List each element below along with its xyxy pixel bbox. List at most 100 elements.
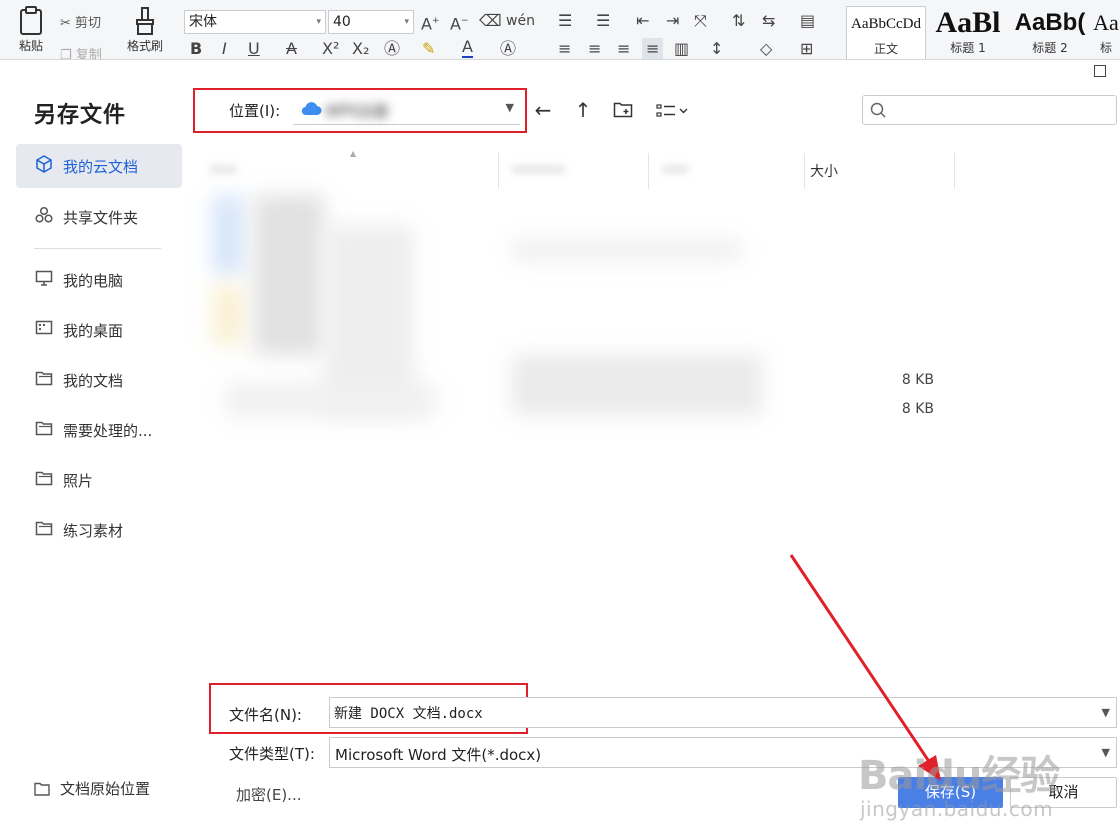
underline-icon[interactable]: U (248, 38, 260, 59)
align-right-icon[interactable]: ≡ (617, 38, 630, 59)
column-header-type[interactable]: ▭▭ (662, 161, 688, 177)
decrease-indent-icon[interactable]: ⇤ (636, 10, 649, 32)
filetype-select[interactable]: Microsoft Word 文件(*.docx) ▼ (329, 737, 1117, 768)
style-heading-3[interactable]: Aa 标 (1092, 6, 1120, 59)
view-mode-button[interactable] (650, 96, 694, 124)
border-icon[interactable]: ⊞ (800, 38, 813, 59)
file-size: 8 KB (901, 401, 934, 417)
sidebar-item-label: 需要处理的... (63, 422, 153, 440)
font-grow-icon[interactable]: A+ (421, 10, 440, 35)
superscript-icon[interactable]: X² (322, 38, 339, 59)
sidebar-item-my-documents[interactable]: 我的文档 (16, 358, 182, 402)
ribbon-toolbar: 粘贴 ✂ 剪切 ❐ 复制 格式刷 宋体 ▾ 40 ▾ A+ A− ⌫ wén B… (0, 0, 1120, 60)
location-select[interactable]: WPS云盘 ▼ (293, 95, 520, 125)
search-input[interactable] (893, 99, 1109, 121)
sidebar-item-my-desktop[interactable]: 我的桌面 (16, 308, 182, 352)
clipboard-icon (4, 6, 58, 38)
font-family-value: 宋体 (189, 14, 217, 30)
chevron-down-icon[interactable]: ▼ (1102, 706, 1110, 719)
new-folder-icon (613, 98, 633, 122)
justify-icon[interactable]: ≡ (642, 38, 664, 59)
subscript-icon[interactable]: X₂ (352, 38, 369, 59)
sidebar-item-my-computer[interactable]: 我的电脑 (16, 258, 182, 302)
blurred-file-icon (212, 195, 244, 275)
blurred-file-icon (212, 285, 244, 345)
original-location-button[interactable]: 文档原始位置 (34, 778, 150, 799)
style-label: 标题 2 (1032, 41, 1068, 55)
font-shrink-icon[interactable]: A− (450, 10, 469, 35)
scissors-icon: ✂ (60, 16, 71, 31)
sidebar-item-photos[interactable]: 照片 (16, 458, 182, 502)
distributed-icon[interactable]: ▥ (674, 38, 689, 59)
column-divider (648, 153, 649, 189)
maximize-icon[interactable] (1094, 65, 1106, 77)
column-header-modified[interactable]: ▭▭▭▭ (512, 161, 565, 177)
filename-input[interactable] (334, 701, 1074, 725)
sidebar-item-label: 练习素材 (63, 522, 124, 540)
encrypt-link[interactable]: 加密(E)... (236, 784, 302, 805)
strikethrough-icon[interactable]: A (286, 38, 297, 59)
pinyin-icon[interactable]: wén (506, 10, 535, 32)
align-center-icon[interactable]: ≡ (588, 38, 601, 59)
bullets-icon[interactable]: ☰ (558, 10, 572, 32)
line-spacing-icon[interactable]: ↕ (710, 38, 723, 59)
ruler-icon[interactable]: ▤ (800, 10, 815, 32)
sidebar-item-label: 照片 (63, 472, 94, 490)
column-divider (498, 153, 499, 189)
file-size: 8 KB (901, 372, 934, 388)
paste-label: 粘贴 (18, 39, 43, 53)
filename-field[interactable]: ▼ (329, 697, 1117, 728)
chinese-layout-icon[interactable]: ⤧ (694, 10, 707, 32)
style-heading-2[interactable]: AaBb( 标题 2 (1010, 6, 1090, 59)
format-painter-button[interactable]: 格式刷 (118, 6, 172, 59)
align-left-icon[interactable]: ≡ (558, 38, 571, 59)
save-button[interactable]: 保存(S) (898, 777, 1003, 808)
font-color-icon[interactable]: A (462, 38, 473, 58)
new-folder-button[interactable] (608, 96, 638, 124)
format-painter-label: 格式刷 (126, 39, 163, 53)
back-button[interactable]: ← (528, 96, 558, 124)
column-header-name[interactable]: ▭▭ (210, 161, 236, 177)
font-size-select[interactable]: 40 ▾ (328, 10, 414, 34)
italic-icon[interactable]: I (222, 38, 227, 59)
file-list[interactable]: ▲ ▭▭ ▭▭▭▭ ▭▭ 大小 8 KB 8 KB (202, 145, 1120, 680)
bold-icon[interactable]: B (190, 38, 202, 59)
font-family-select[interactable]: 宋体 ▾ (184, 10, 326, 34)
paste-button[interactable]: 粘贴 (4, 6, 58, 59)
column-divider (804, 153, 805, 189)
dialog-title: 另存文件 (34, 103, 127, 128)
sidebar-item-to-process[interactable]: 需要处理的... (16, 408, 182, 452)
cut-button[interactable]: ✂ 剪切 (60, 12, 101, 31)
sort-icon[interactable]: ⇅ (732, 10, 745, 32)
eraser-icon[interactable]: ⌫ (479, 10, 502, 32)
numbering-icon[interactable]: ☰ (596, 10, 610, 32)
shading-icon[interactable]: ◇ (760, 38, 772, 59)
highlight-icon[interactable]: ✎ (422, 38, 435, 59)
folder-icon (34, 469, 54, 489)
sidebar-item-shared-folder[interactable]: 共享文件夹 (16, 195, 182, 239)
style-normal[interactable]: AaBbCcDd 正文 (846, 6, 926, 59)
sidebar-item-practice-materials[interactable]: 练习素材 (16, 508, 182, 552)
arrow-up-icon: ↑ (574, 98, 592, 122)
list-view-icon (655, 98, 689, 122)
char-border-icon[interactable]: Ⓐ (500, 38, 516, 59)
cancel-button[interactable]: 取消 (1010, 777, 1117, 808)
chevron-down-icon: ▼ (505, 101, 514, 114)
share-icon (34, 206, 54, 226)
increase-indent-icon[interactable]: ⇥ (666, 10, 679, 32)
style-heading-1[interactable]: AaBl 标题 1 (928, 6, 1008, 59)
copy-button[interactable]: ❐ 复制 (60, 44, 102, 60)
chevron-down-icon: ▼ (1101, 746, 1110, 759)
blurred-date (512, 240, 742, 260)
sidebar-item-cloud-docs[interactable]: 我的云文档 (16, 144, 182, 188)
text-effect-icon[interactable]: Ⓐ (384, 38, 400, 59)
column-header-size[interactable]: 大小 (810, 161, 838, 181)
style-label: 正文 (873, 42, 898, 56)
up-button[interactable]: ↑ (568, 96, 598, 124)
filetype-label: 文件类型(T): (229, 745, 315, 763)
sidebar-divider (34, 248, 161, 249)
search-box[interactable] (862, 95, 1117, 125)
copy-label: 复制 (75, 48, 102, 60)
line-break-icon[interactable]: ⇆ (762, 10, 775, 32)
sidebar-item-label: 共享文件夹 (63, 209, 139, 227)
